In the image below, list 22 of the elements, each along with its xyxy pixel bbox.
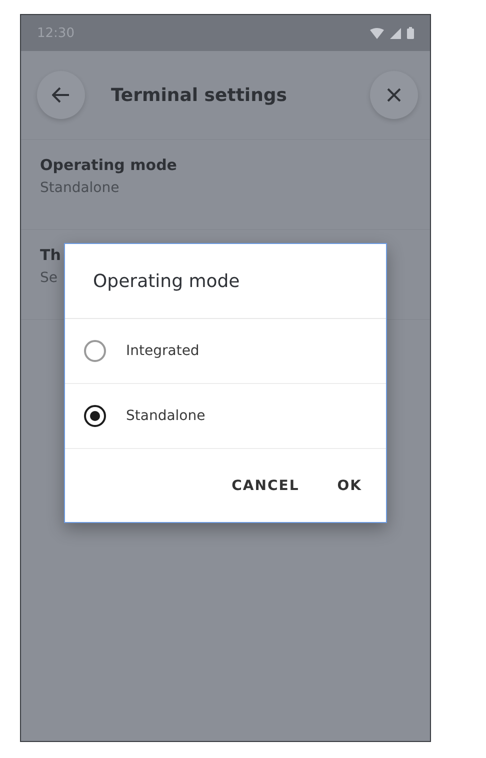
cancel-button[interactable]: CANCEL [222,470,310,502]
radio-option[interactable]: Integrated [65,319,386,384]
close-button[interactable] [370,71,418,119]
setting-label: Th [40,246,61,264]
setting-value: Se [40,270,58,286]
option-label: Integrated [126,343,200,359]
close-icon [387,88,401,102]
radio-button[interactable] [84,405,106,427]
battery-icon [407,27,414,39]
setting-value: Standalone [40,180,120,196]
option-label: Standalone [126,408,206,424]
back-button[interactable] [37,71,85,119]
ok-button[interactable]: OK [327,470,372,502]
dialog-title: Operating mode [65,244,386,319]
screen-title: Terminal settings [111,84,288,106]
settings-item[interactable]: Operating mode Standalone [21,140,430,230]
setting-label: Operating mode [40,156,177,174]
radio-button[interactable] [84,340,106,362]
back-arrow-icon [52,87,70,103]
signal-icon [390,28,401,38]
wifi-icon [370,28,384,38]
radio-option[interactable]: Standalone [65,384,386,449]
